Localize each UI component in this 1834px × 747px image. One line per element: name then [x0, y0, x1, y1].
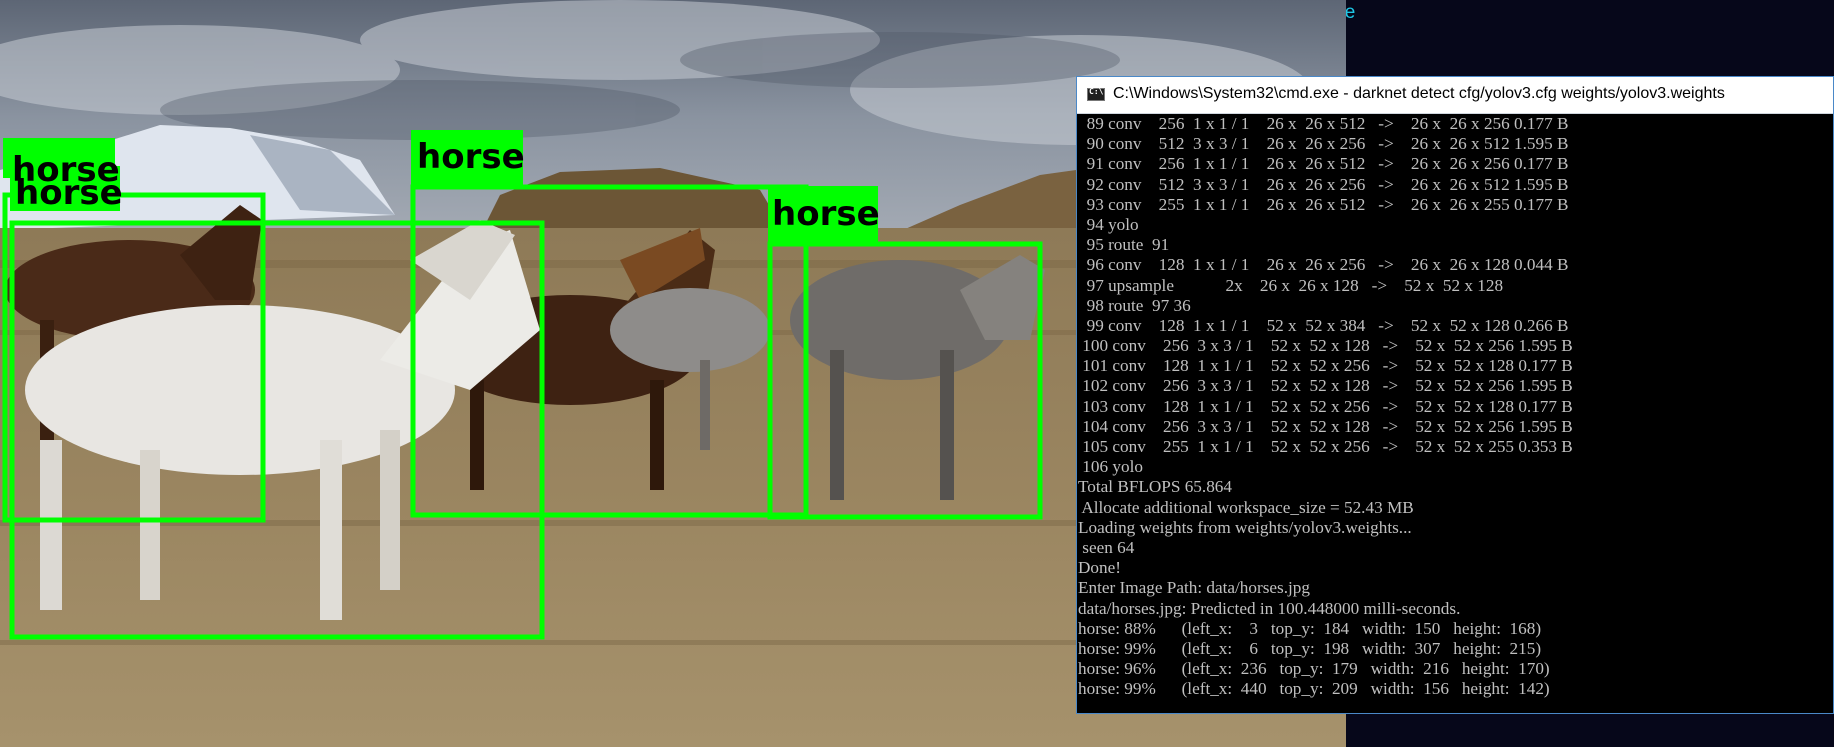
- console-line: 90 conv 512 3 x 3 / 1 26 x 26 x 256 -> 2…: [1078, 134, 1569, 154]
- console-line: data/horses.jpg: Predicted in 100.448000…: [1078, 598, 1461, 618]
- detection-label-3: horse: [417, 137, 525, 177]
- detection-label-4: horse: [772, 194, 880, 234]
- console-line: horse: 96% (left_x: 236 top_y: 179 width…: [1078, 659, 1550, 679]
- console-line: 101 conv 128 1 x 1 / 1 52 x 52 x 256 -> …: [1078, 356, 1573, 376]
- cmd-icon: [1087, 87, 1105, 101]
- console-line: Enter Image Path: data/horses.jpg: [1078, 578, 1310, 598]
- console-line: Allocate additional workspace_size = 52.…: [1078, 497, 1414, 517]
- detection-label-2: horse: [15, 173, 123, 213]
- console-line: 92 conv 512 3 x 3 / 1 26 x 26 x 256 -> 2…: [1078, 174, 1569, 194]
- console-line: horse: 88% (left_x: 3 top_y: 184 width: …: [1078, 618, 1542, 638]
- cmd-titlebar[interactable]: C:\Windows\System32\cmd.exe - darknet de…: [1077, 77, 1833, 114]
- console-line: 98 route 97 36: [1078, 295, 1191, 315]
- console-line: 106 yolo: [1078, 457, 1143, 477]
- cmd-window[interactable]: C:\Windows\System32\cmd.exe - darknet de…: [1076, 76, 1834, 714]
- console-line: 94 yolo: [1078, 214, 1139, 234]
- cmd-output[interactable]: 89 conv 256 1 x 1 / 1 26 x 26 x 512 -> 2…: [1077, 113, 1833, 713]
- console-line: horse: 99% (left_x: 6 top_y: 198 width: …: [1078, 638, 1542, 658]
- console-line: horse: 99% (left_x: 440 top_y: 209 width…: [1078, 679, 1550, 699]
- console-line: 102 conv 256 3 x 3 / 1 52 x 52 x 128 -> …: [1078, 376, 1573, 396]
- console-line: 104 conv 256 3 x 3 / 1 52 x 52 x 128 -> …: [1078, 416, 1573, 436]
- console-line: 93 conv 255 1 x 1 / 1 26 x 26 x 512 -> 2…: [1078, 194, 1569, 214]
- console-line: Total BFLOPS 65.864: [1078, 477, 1232, 497]
- console-line: 103 conv 128 1 x 1 / 1 52 x 52 x 256 -> …: [1078, 396, 1573, 416]
- console-line: 95 route 91: [1078, 235, 1170, 255]
- console-line: 105 conv 255 1 x 1 / 1 52 x 52 x 256 -> …: [1078, 437, 1573, 456]
- console-line: 91 conv 256 1 x 1 / 1 26 x 26 x 512 -> 2…: [1078, 154, 1569, 174]
- cmd-window-title: C:\Windows\System32\cmd.exe - darknet de…: [1113, 85, 1725, 102]
- console-line: Loading weights from weights/yolov3.weig…: [1078, 517, 1412, 537]
- console-line: 89 conv 256 1 x 1 / 1 26 x 26 x 512 -> 2…: [1078, 114, 1569, 133]
- console-line: 96 conv 128 1 x 1 / 1 26 x 26 x 256 -> 2…: [1078, 255, 1569, 275]
- console-line: seen 64: [1078, 537, 1135, 557]
- console-line: 99 conv 128 1 x 1 / 1 52 x 52 x 384 -> 5…: [1078, 315, 1569, 335]
- console-line: 100 conv 256 3 x 3 / 1 52 x 52 x 128 -> …: [1078, 336, 1573, 356]
- console-line: 97 upsample 2x 26 x 26 x 128 -> 52 x 52 …: [1078, 275, 1504, 295]
- console-line: Done!: [1078, 558, 1121, 578]
